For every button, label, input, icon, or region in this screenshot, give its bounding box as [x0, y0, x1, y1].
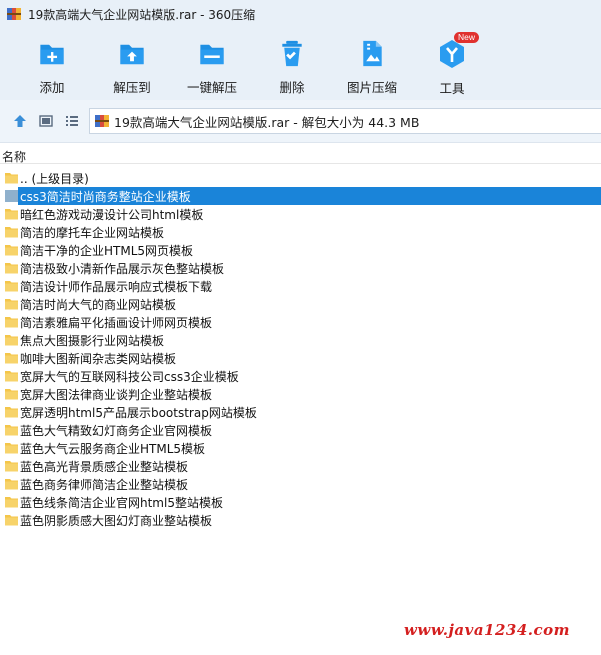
- folder-icon: [5, 299, 18, 310]
- header-divider: [0, 163, 601, 164]
- list-item[interactable]: 简洁设计师作品展示响应式模板下载: [0, 277, 601, 295]
- list-view-icon[interactable]: [64, 113, 80, 129]
- new-badge: New: [454, 32, 480, 43]
- add-button[interactable]: 添加: [12, 38, 92, 96]
- file-name: 蓝色大气云服务商企业HTML5模板: [20, 442, 206, 456]
- list-item[interactable]: 简洁的摩托车企业网站模板: [0, 223, 601, 241]
- folder-icon: [5, 281, 18, 292]
- list-item[interactable]: 蓝色阴影质感大图幻灯商业整站模板: [0, 511, 601, 529]
- list-item[interactable]: 咖啡大图新闻杂志类网站模板: [0, 349, 601, 367]
- list-item[interactable]: 蓝色大气云服务商企业HTML5模板: [0, 439, 601, 457]
- folder-icon: [5, 335, 18, 346]
- delete-button[interactable]: 删除: [252, 38, 332, 96]
- delete-label: 删除: [279, 80, 305, 95]
- list-item[interactable]: 宽屏透明html5产品展示bootstrap网站模板: [0, 403, 601, 421]
- file-name: 蓝色阴影质感大图幻灯商业整站模板: [20, 514, 213, 528]
- one-click-extract-label: 一键解压: [186, 80, 237, 95]
- file-name: 焦点大图摄影行业网站模板: [20, 334, 165, 348]
- list-item[interactable]: 蓝色线条简洁企业官网html5整站模板: [0, 493, 601, 511]
- add-icon: [40, 44, 64, 65]
- folder-icon: [5, 515, 18, 526]
- list-item[interactable]: 简洁素雅扁平化插画设计师网页模板: [0, 313, 601, 331]
- folder-icon: [5, 190, 18, 202]
- file-name: 简洁的摩托车企业网站模板: [20, 226, 165, 240]
- file-name: 宽屏大图法律商业谈判企业整站模板: [20, 388, 213, 402]
- folder-icon: [5, 317, 18, 328]
- folder-icon: [5, 479, 18, 490]
- list-item[interactable]: 蓝色商务律师简洁企业整站模板: [0, 475, 601, 493]
- file-name: 简洁干净的企业HTML5网页模板: [20, 244, 194, 258]
- delete-icon: [282, 40, 302, 67]
- title-bar: 19款高端大气企业网站模版.rar - 360压缩: [0, 0, 601, 28]
- file-name: 咖啡大图新闻杂志类网站模板: [20, 352, 177, 366]
- folder-icon: [5, 227, 18, 238]
- parent-directory-row[interactable]: .. (上级目录): [0, 169, 601, 187]
- archive-rar-icon: [7, 8, 21, 20]
- image-compress-button[interactable]: 图片压缩: [332, 38, 412, 96]
- folder-icon: [5, 209, 18, 220]
- thumbnail-view-icon[interactable]: [38, 113, 54, 129]
- archive-rar-icon: [95, 115, 109, 127]
- list-item[interactable]: 简洁极致小清新作品展示灰色整站模板: [0, 259, 601, 277]
- toolbar: 添加 解压到 一键解压 删除 图片压缩 New 工具: [0, 28, 601, 100]
- folder-icon: [5, 173, 18, 184]
- folder-icon: [5, 263, 18, 274]
- column-header: 名称: [0, 142, 601, 165]
- file-name: .. (上级目录): [20, 172, 89, 186]
- up-icon[interactable]: [12, 113, 28, 129]
- extract-to-button[interactable]: 解压到: [92, 38, 172, 96]
- file-name: 简洁设计师作品展示响应式模板下载: [20, 280, 213, 294]
- file-name: 蓝色高光背景质感企业整站模板: [20, 460, 189, 474]
- folder-icon: [5, 371, 18, 382]
- address-bar[interactable]: 19款高端大气企业网站模版.rar - 解包大小为 44.3 MB: [89, 108, 601, 134]
- file-name: 宽屏大气的互联网科技公司css3企业模板: [20, 370, 239, 384]
- tools-label: 工具: [439, 81, 465, 96]
- list-item[interactable]: 蓝色高光背景质感企业整站模板: [0, 457, 601, 475]
- list-item[interactable]: 蓝色大气精致幻灯商务企业官网模板: [0, 421, 601, 439]
- watermark: www.java1234.com: [404, 621, 571, 639]
- extract-to-label: 解压到: [113, 80, 151, 95]
- list-item-selected[interactable]: css3简洁时尚商务整站企业模板: [0, 187, 601, 205]
- list-item[interactable]: 简洁时尚大气的商业网站模板: [0, 295, 601, 313]
- folder-icon: [5, 245, 18, 256]
- folder-icon: [5, 443, 18, 454]
- file-name: 暗红色游戏动漫设计公司html模板: [20, 208, 204, 222]
- list-item[interactable]: 宽屏大气的互联网科技公司css3企业模板: [0, 367, 601, 385]
- folder-icon: [5, 425, 18, 436]
- tools-icon-wrap: New: [436, 32, 480, 70]
- file-name: 宽屏透明html5产品展示bootstrap网站模板: [20, 406, 257, 420]
- list-item[interactable]: 简洁干净的企业HTML5网页模板: [0, 241, 601, 259]
- list-item[interactable]: 暗红色游戏动漫设计公司html模板: [0, 205, 601, 223]
- file-name: 蓝色线条简洁企业官网html5整站模板: [20, 496, 223, 510]
- image-compress-label: 图片压缩: [346, 80, 397, 95]
- image-compress-icon: [363, 40, 382, 67]
- file-name: 简洁时尚大气的商业网站模板: [20, 298, 177, 312]
- tools-button[interactable]: New 工具: [412, 32, 492, 96]
- file-name: css3简洁时尚商务整站企业模板: [20, 190, 191, 204]
- list-item[interactable]: 宽屏大图法律商业谈判企业整站模板: [0, 385, 601, 403]
- folder-icon: [5, 353, 18, 364]
- folder-icon: [5, 461, 18, 472]
- file-name: 简洁极致小清新作品展示灰色整站模板: [20, 262, 225, 276]
- folder-icon: [5, 389, 18, 400]
- file-name: 蓝色大气精致幻灯商务企业官网模板: [20, 424, 213, 438]
- file-name: 简洁素雅扁平化插画设计师网页模板: [20, 316, 213, 330]
- one-click-extract-button[interactable]: 一键解压: [172, 38, 252, 96]
- window-title: 19款高端大气企业网站模版.rar - 360压缩: [28, 7, 256, 22]
- folder-icon: [5, 497, 18, 508]
- list-item[interactable]: 焦点大图摄影行业网站模板: [0, 331, 601, 349]
- add-label: 添加: [39, 80, 65, 95]
- file-name: 蓝色商务律师简洁企业整站模板: [20, 478, 189, 492]
- address-text: 19款高端大气企业网站模版.rar - 解包大小为 44.3 MB: [114, 114, 420, 130]
- folder-icon: [5, 407, 18, 418]
- one-click-extract-icon: [200, 44, 224, 65]
- extract-to-icon: [120, 44, 144, 65]
